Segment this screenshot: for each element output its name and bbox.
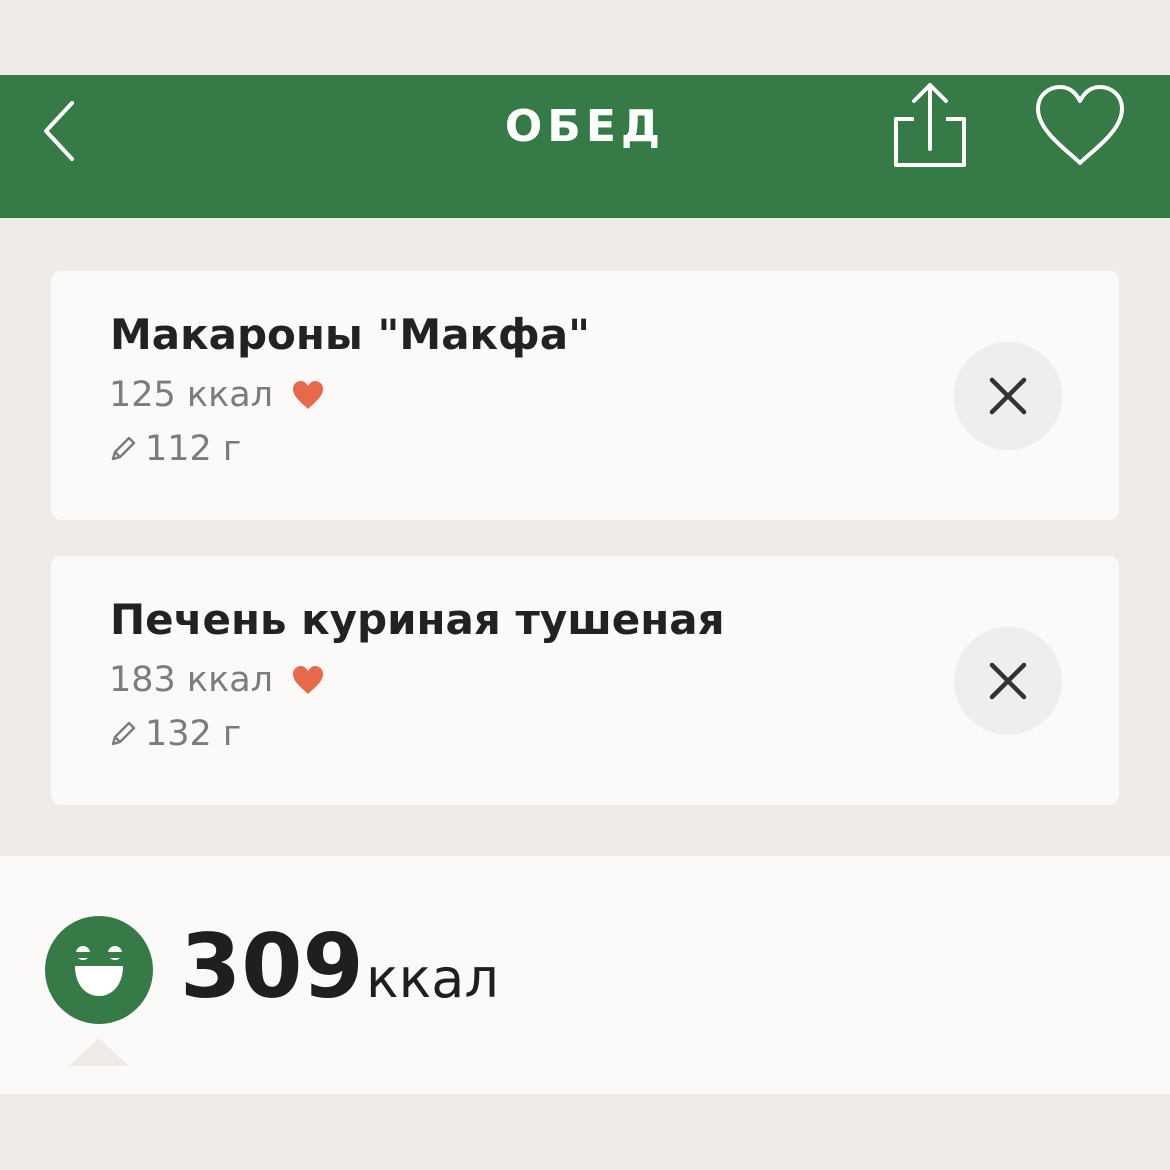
food-item-kcal-row: 125 ккал	[109, 373, 325, 417]
pencil-icon	[111, 436, 136, 461]
edit-weight-button[interactable]: 112 г	[107, 427, 241, 471]
close-icon	[989, 377, 1027, 415]
total-kcal-value: 309	[180, 915, 364, 1018]
food-item-kcal: 183 ккал	[109, 660, 274, 700]
food-item-kcal: 125 ккал	[109, 375, 274, 415]
food-item-name: Макароны "Макфа"	[110, 310, 590, 359]
close-icon	[989, 662, 1027, 700]
food-item-weight: 112 г	[145, 429, 242, 469]
food-item-weight: 132 г	[145, 714, 242, 754]
food-item-card[interactable]: Печень куриная тушеная 183 ккал 132 г	[51, 556, 1119, 805]
page-title: ОБЕД	[504, 101, 666, 152]
remove-item-button[interactable]	[954, 627, 1062, 735]
share-button[interactable]	[888, 79, 972, 179]
heart-icon	[293, 381, 324, 409]
favorite-button[interactable]	[1030, 81, 1130, 171]
remove-item-button[interactable]	[954, 342, 1062, 450]
heart-outline-icon	[1036, 85, 1124, 165]
happy-face-icon[interactable]	[45, 916, 153, 1024]
header-bar: ОБЕД	[0, 75, 1170, 218]
total-kcal-unit: ккал	[366, 947, 499, 1010]
food-item-kcal-row: 183 ккал	[109, 658, 325, 702]
meal-screen: ОБЕД Макароны "Макфа" 125 ккал 112 г Печ…	[0, 0, 1170, 1170]
pencil-icon	[111, 721, 136, 746]
heart-icon	[293, 666, 324, 694]
food-item-name: Печень куриная тушеная	[110, 595, 725, 644]
meal-summary: 309 ккал	[0, 856, 1170, 1094]
edit-weight-button[interactable]: 132 г	[107, 712, 241, 756]
pointer-arrow	[69, 1038, 129, 1066]
food-item-card[interactable]: Макароны "Макфа" 125 ккал 112 г	[51, 271, 1119, 520]
share-icon	[894, 83, 966, 167]
